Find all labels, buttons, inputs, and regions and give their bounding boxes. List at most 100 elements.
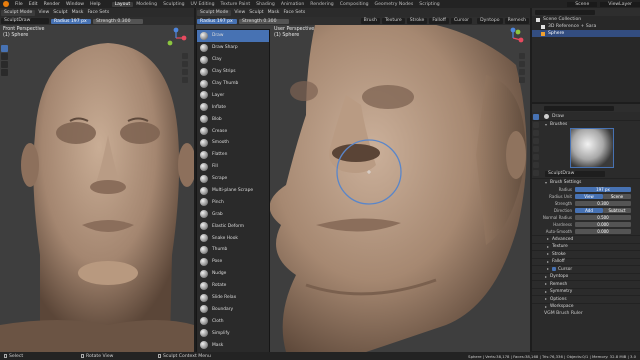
panel-header-symmetry[interactable]: Symmetry xyxy=(532,287,640,296)
left-viewport[interactable]: Front Perspective (1) Sphere xyxy=(0,25,194,352)
panel-header-dyntopo[interactable]: Dyntopo xyxy=(532,272,640,281)
right-menu-face-sets[interactable]: Face Sets xyxy=(281,10,307,15)
brush-item-mask[interactable]: Mask xyxy=(197,339,269,351)
menu-edit[interactable]: Edit xyxy=(26,2,41,7)
tab-animation[interactable]: Animation xyxy=(278,2,307,7)
scene-selector[interactable]: Scene xyxy=(567,1,598,7)
brush-item-nudge[interactable]: Nudge xyxy=(197,268,269,280)
draw-tool-icon[interactable] xyxy=(1,45,8,52)
brush-item-fill[interactable]: Fill xyxy=(197,161,269,173)
left-brush-selector[interactable]: SculptDraw xyxy=(1,18,49,24)
left-menu-face-sets[interactable]: Face Sets xyxy=(85,10,111,15)
remesh-dropdown[interactable]: Remesh xyxy=(504,18,529,24)
brush-item-pose[interactable]: Pose xyxy=(197,256,269,268)
brush-preview-thumbnail[interactable] xyxy=(570,128,614,168)
axis-gizmo-icon[interactable] xyxy=(502,27,524,49)
tab-shading[interactable]: Shading xyxy=(253,2,278,7)
panel-header-options[interactable]: Options xyxy=(532,295,640,303)
brushes-panel-header[interactable]: Brushes xyxy=(532,120,640,128)
tab-scripting[interactable]: Scripting xyxy=(416,2,442,7)
tool-tab-icon[interactable] xyxy=(533,114,539,120)
panel-header-cursor[interactable]: Cursor xyxy=(532,265,640,273)
brush-name-field[interactable]: SculptDraw xyxy=(545,171,605,177)
brush-item-thumb[interactable]: Thumb xyxy=(197,244,269,256)
brush-dropdown[interactable]: Brush xyxy=(360,18,380,24)
brush-item-inflate[interactable]: Inflate xyxy=(197,101,269,113)
setting-value-field[interactable]: 197 px xyxy=(575,187,631,192)
brush-item-blob[interactable]: Blob xyxy=(197,113,269,125)
tab-geometry-nodes[interactable]: Geometry Nodes xyxy=(372,2,417,7)
menu-help[interactable]: Help xyxy=(87,2,103,7)
brush-settings-panel-header[interactable]: Brush Settings xyxy=(532,178,640,186)
setting-value-field[interactable]: View xyxy=(575,194,603,199)
setting-value-field[interactable]: 0.500 xyxy=(575,215,631,220)
left-strength-field[interactable]: Strength 0.300 xyxy=(93,18,143,24)
menu-render[interactable]: Render xyxy=(41,2,63,7)
panel-header-stroke[interactable]: Stroke xyxy=(532,250,640,258)
brush-item-flatten[interactable]: Flatten xyxy=(197,149,269,161)
brush-item-draw[interactable]: Draw xyxy=(197,30,269,42)
blender-logo-icon[interactable] xyxy=(3,1,9,7)
brush-item-simplify[interactable]: Simplify xyxy=(197,327,269,339)
texture-dropdown[interactable]: Texture xyxy=(381,18,405,24)
brush-item-smooth[interactable]: Smooth xyxy=(197,137,269,149)
tab-modeling[interactable]: Modeling xyxy=(133,2,160,7)
view-layer-selector[interactable]: ViewLayer xyxy=(600,1,640,7)
setting-value-field[interactable]: 0.300 xyxy=(575,201,631,206)
brush-item-slide-relax[interactable]: Slide Relax xyxy=(197,292,269,304)
setting-value-field[interactable]: Add xyxy=(575,208,603,213)
hand-pan-icon[interactable] xyxy=(182,61,188,67)
outliner-item-scene-collection[interactable]: Scene Collection xyxy=(532,16,640,23)
brush-item-multi-plane-scrape[interactable]: Multi-plane Scrape xyxy=(197,185,269,197)
right-menu-sculpt[interactable]: Sculpt xyxy=(247,10,265,15)
panel-header-texture[interactable]: Texture xyxy=(532,242,640,251)
camera-icon[interactable] xyxy=(182,69,188,75)
scene-tab-icon[interactable] xyxy=(533,138,539,144)
mask-tool-icon[interactable] xyxy=(1,69,8,76)
zoom-icon[interactable] xyxy=(519,53,525,59)
properties-search-field[interactable] xyxy=(544,105,614,111)
cursor-dropdown[interactable]: Cursor xyxy=(450,18,473,24)
tab-compositing[interactable]: Compositing xyxy=(337,2,372,7)
smooth-tool-icon[interactable] xyxy=(1,53,8,60)
setting-value-field-alt[interactable]: Subtract xyxy=(603,208,631,213)
brush-item-clay-strips[interactable]: Clay Strips xyxy=(197,66,269,78)
brush-item-layer[interactable]: Layer xyxy=(197,89,269,101)
object-tab-icon[interactable] xyxy=(533,154,539,160)
setting-value-field[interactable]: 0.000 xyxy=(575,222,631,227)
left-mode-selector[interactable]: Sculpt Mode xyxy=(1,9,36,16)
cursor-checkbox[interactable] xyxy=(552,267,556,272)
dyntopo-dropdown[interactable]: Dyntopo xyxy=(477,18,503,24)
right-mode-selector[interactable]: Sculpt Mode xyxy=(197,9,232,16)
setting-value-field[interactable]: 0.000 xyxy=(575,229,631,234)
tab-rendering[interactable]: Rendering xyxy=(307,2,336,7)
brush-item-pinch[interactable]: Pinch xyxy=(197,196,269,208)
outliner-item-reference[interactable]: 3D Reference + Sara xyxy=(532,23,640,30)
panel-header-falloff[interactable]: Falloff xyxy=(532,257,640,266)
axis-gizmo-icon[interactable] xyxy=(165,27,187,49)
render-tab-icon[interactable] xyxy=(533,122,539,128)
grid-icon[interactable] xyxy=(519,77,525,83)
modifier-tab-icon[interactable] xyxy=(533,162,539,168)
outliner-item-sphere[interactable]: Sphere xyxy=(532,30,640,37)
brush-item-snake-hook[interactable]: Snake Hook xyxy=(197,232,269,244)
left-menu-mask[interactable]: Mask xyxy=(70,10,86,15)
tab-layout[interactable]: Layout xyxy=(111,1,134,7)
menu-window[interactable]: Window xyxy=(63,2,87,7)
grid-icon[interactable] xyxy=(182,77,188,83)
brush-item-scrape[interactable]: Scrape xyxy=(197,173,269,185)
tab-uv-editing[interactable]: UV Editing xyxy=(188,2,218,7)
brush-item-draw-sharp[interactable]: Draw Sharp xyxy=(197,42,269,54)
left-radius-field[interactable]: Radius 197 px xyxy=(51,18,91,24)
brush-item-cloth[interactable]: Cloth xyxy=(197,315,269,327)
panel-header-remesh[interactable]: Remesh xyxy=(532,280,640,288)
setting-value-field-alt[interactable]: Scene xyxy=(603,194,631,199)
zoom-icon[interactable] xyxy=(182,53,188,59)
grab-tool-icon[interactable] xyxy=(1,61,8,68)
falloff-dropdown[interactable]: Falloff xyxy=(429,18,449,24)
tab-sculpting[interactable]: Sculpting xyxy=(160,2,187,7)
brush-item-crease[interactable]: Crease xyxy=(197,125,269,137)
brush-item-rotate[interactable]: Rotate xyxy=(197,280,269,292)
right-menu-view[interactable]: View xyxy=(232,10,247,15)
panel-header-workspace[interactable]: Workspace xyxy=(532,302,640,311)
